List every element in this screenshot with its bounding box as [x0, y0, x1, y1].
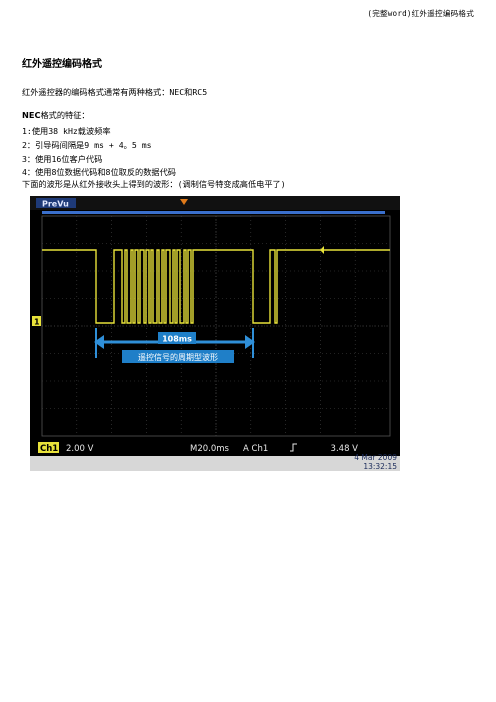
channel-1-marker-label: 1: [34, 318, 40, 327]
graticule: [41, 215, 391, 437]
capture-time: 13:32:15: [363, 462, 397, 471]
feature-3: 3：使用16位客户代码: [22, 154, 103, 164]
capture-date: 4 Mar 2009: [354, 453, 397, 462]
period-value: 108ms: [162, 335, 192, 344]
ch1-label: Ch1: [40, 444, 58, 454]
prevu-label: PreVu: [42, 200, 69, 209]
feature-4: 4：使用8位数据代码和8位取反的数据代码: [22, 167, 176, 177]
intro-line: 红外遥控器的编码格式通常有两种格式：NEC和RC5: [22, 87, 208, 97]
nec-heading: NEC格式的特征：: [22, 109, 90, 121]
trigger-source: A Ch1: [243, 444, 268, 454]
nec-heading-bold: NEC: [22, 110, 41, 120]
timebase: M20.0ms: [190, 444, 230, 454]
page-title: 红外遥控编码格式: [22, 59, 102, 70]
page-header: (完整word)红外遥控编码格式: [367, 9, 474, 18]
oscilloscope-screenshot: PreVu 1 108ms 遥控信号的周期型波形 Ch1 2.00 V M20.…: [30, 196, 400, 471]
waveform-caption: 下面的波形是从红外接收头上得到的波形：(调制信号特变成高低电平了): [22, 179, 286, 189]
feature-1: 1:使用38 kHz载波频率: [22, 126, 111, 136]
nec-heading-rest: 格式的特征：: [40, 110, 90, 120]
volts-per-div: 2.00 V: [66, 444, 94, 454]
period-caption: 遥控信号的周期型波形: [138, 352, 218, 362]
feature-2: 2：引导码间隔是9 ms + 4。5 ms: [22, 140, 152, 150]
